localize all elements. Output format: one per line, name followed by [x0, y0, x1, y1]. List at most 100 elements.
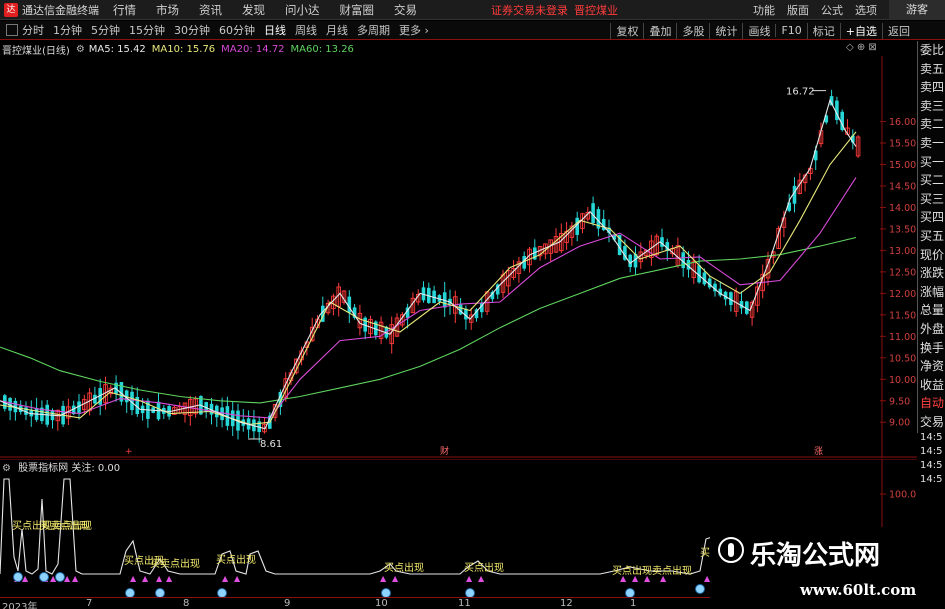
signal-label: 买点出现: [384, 561, 424, 574]
side-panel-item[interactable]: 交易: [918, 413, 945, 432]
side-panel-item[interactable]: 委比: [918, 41, 945, 60]
guest-button[interactable]: 游客: [889, 0, 945, 20]
chart-tool-icons[interactable]: ◇ ⊕ ⊠: [846, 42, 877, 53]
menu-formula[interactable]: 公式: [821, 2, 843, 18]
period-intraday[interactable]: 分时: [22, 22, 44, 38]
watermark-title: 乐淘公式网: [750, 541, 881, 571]
multi-stock-button[interactable]: 多股: [676, 22, 709, 39]
side-panel-item[interactable]: 换手: [918, 339, 945, 358]
quote-side-panel: 委比 卖五 卖四 卖三 卖二 卖一 买一 买二 买三 买四 买五 现价 涨跌 涨幅 总量 外盘 换手 净资 收益 自动…: [917, 41, 945, 485]
period-30min[interactable]: 30分钟: [174, 22, 210, 38]
top-menu-bar: 达 通达信金融终端 行情 市场 资讯 发现 问小达 财富圈 交易 证券交易未登录…: [0, 0, 945, 20]
side-panel-item[interactable]: 卖二: [918, 115, 945, 134]
signal-dot: [155, 588, 165, 597]
side-panel-item[interactable]: 买四: [918, 208, 945, 227]
signal-label: 买点出现: [216, 553, 256, 566]
event-marker: 涨: [814, 446, 823, 457]
signal-mark: ▲: [22, 574, 29, 583]
menu-discover[interactable]: 发现: [242, 2, 265, 18]
adjust-button[interactable]: 复权: [610, 22, 643, 39]
side-panel-item[interactable]: 买二: [918, 171, 945, 190]
side-panel-item[interactable]: 卖一: [918, 134, 945, 153]
period-more-label: 更多: [399, 24, 421, 37]
signal-dot: [55, 572, 65, 582]
side-panel-item[interactable]: 涨幅: [918, 283, 945, 302]
toolbar-toggle-icon[interactable]: [6, 24, 18, 36]
gear-icon[interactable]: ⚙: [76, 44, 85, 55]
period-multi[interactable]: 多周期: [357, 22, 390, 38]
mark-button[interactable]: 标记: [806, 22, 840, 39]
date-axis-label: 10: [375, 598, 388, 609]
ma60-label: MA60: 13.26: [290, 43, 354, 55]
date-axis-label: 12: [560, 598, 573, 609]
y-tick-label: 16.00: [889, 117, 916, 128]
signal-mark: ▲: [72, 574, 79, 583]
ma5-line: [0, 98, 857, 430]
add-watchlist-button[interactable]: +自选: [839, 22, 882, 39]
y-tick-label: 10.00: [889, 375, 916, 386]
back-button[interactable]: 返回: [882, 22, 915, 39]
period-60min[interactable]: 60分钟: [219, 22, 255, 38]
period-daily[interactable]: 日线: [264, 22, 286, 38]
signal-dot: [125, 588, 135, 597]
menu-market[interactable]: 市场: [156, 2, 179, 18]
stats-button[interactable]: 统计: [709, 22, 742, 39]
signal-dot: [625, 588, 635, 597]
trade-login-warning[interactable]: 证券交易未登录: [491, 2, 568, 18]
menu-trade[interactable]: 交易: [394, 2, 417, 18]
side-panel-item[interactable]: 买一: [918, 153, 945, 172]
period-1min[interactable]: 1分钟: [53, 22, 82, 38]
side-panel-item[interactable]: 卖五: [918, 60, 945, 79]
high-price-label: 16.72: [786, 87, 815, 98]
ma20-label: MA20: 14.72: [221, 43, 285, 55]
side-panel-item[interactable]: 自动: [918, 394, 945, 413]
y-tick-label: 9.00: [889, 418, 910, 429]
candlestick-chart[interactable]: 9.00 9.50 10.00 10.50 11.00 11.50 12.00 12.50 13…: [0, 56, 917, 458]
y-tick-label: 13.00: [889, 246, 916, 257]
signal-mark: ▲: [234, 574, 241, 583]
signal-mark: ▲: [222, 574, 229, 583]
side-panel-item[interactable]: 外盘: [918, 320, 945, 339]
date-axis-label: 9: [284, 598, 291, 609]
app-logo-icon: 达: [4, 2, 18, 17]
side-panel-item[interactable]: 净资: [918, 357, 945, 376]
menu-options[interactable]: 选项: [855, 2, 877, 18]
signal-label: 买点出现: [464, 561, 504, 574]
period-weekly[interactable]: 周线: [295, 22, 317, 38]
toolbar-right-group: 复权 叠加 多股 统计 画线 F10 标记 +自选 返回: [610, 21, 915, 40]
side-panel-item[interactable]: 买五: [918, 227, 945, 246]
signal-mark: ▲: [142, 574, 149, 583]
menu-ask[interactable]: 问小达: [285, 2, 320, 18]
signal-mark: ▲: [166, 574, 173, 583]
side-panel-item[interactable]: 总量: [918, 301, 945, 320]
signal-mark: ▲: [620, 574, 627, 583]
y-tick-label: 12.50: [889, 267, 916, 278]
f10-button[interactable]: F10: [775, 24, 806, 37]
menu-wealth[interactable]: 财富圈: [340, 2, 375, 18]
app-title: 通达信金融终端: [22, 3, 99, 17]
side-panel-item[interactable]: 收益: [918, 376, 945, 395]
overlay-button[interactable]: 叠加: [643, 22, 676, 39]
signal-label: 买卖点出现: [150, 557, 200, 570]
signal-label: 买卖点出现: [40, 519, 90, 532]
side-panel-item[interactable]: 现价: [918, 246, 945, 265]
date-axis-label: 7: [86, 598, 93, 609]
date-axis-label: 2023年: [2, 602, 38, 609]
menu-function[interactable]: 功能: [753, 2, 775, 18]
period-5min[interactable]: 5分钟: [91, 22, 120, 38]
period-more[interactable]: 更多 ›: [399, 22, 429, 38]
signal-mark: ▲: [632, 574, 639, 583]
signal-mark: ▲: [478, 574, 485, 583]
draw-line-button[interactable]: 画线: [742, 22, 775, 39]
event-marker: +: [125, 447, 133, 457]
menu-news[interactable]: 资讯: [199, 2, 222, 18]
period-15min[interactable]: 15分钟: [129, 22, 165, 38]
side-panel-item[interactable]: 卖四: [918, 78, 945, 97]
side-panel-item[interactable]: 买三: [918, 190, 945, 209]
menu-layout[interactable]: 版面: [787, 2, 809, 18]
menu-quotes[interactable]: 行情: [113, 2, 136, 18]
side-panel-item[interactable]: 涨跌: [918, 264, 945, 283]
period-monthly[interactable]: 月线: [326, 22, 348, 38]
side-panel-item[interactable]: 卖三: [918, 97, 945, 116]
signal-dot: [381, 588, 391, 597]
